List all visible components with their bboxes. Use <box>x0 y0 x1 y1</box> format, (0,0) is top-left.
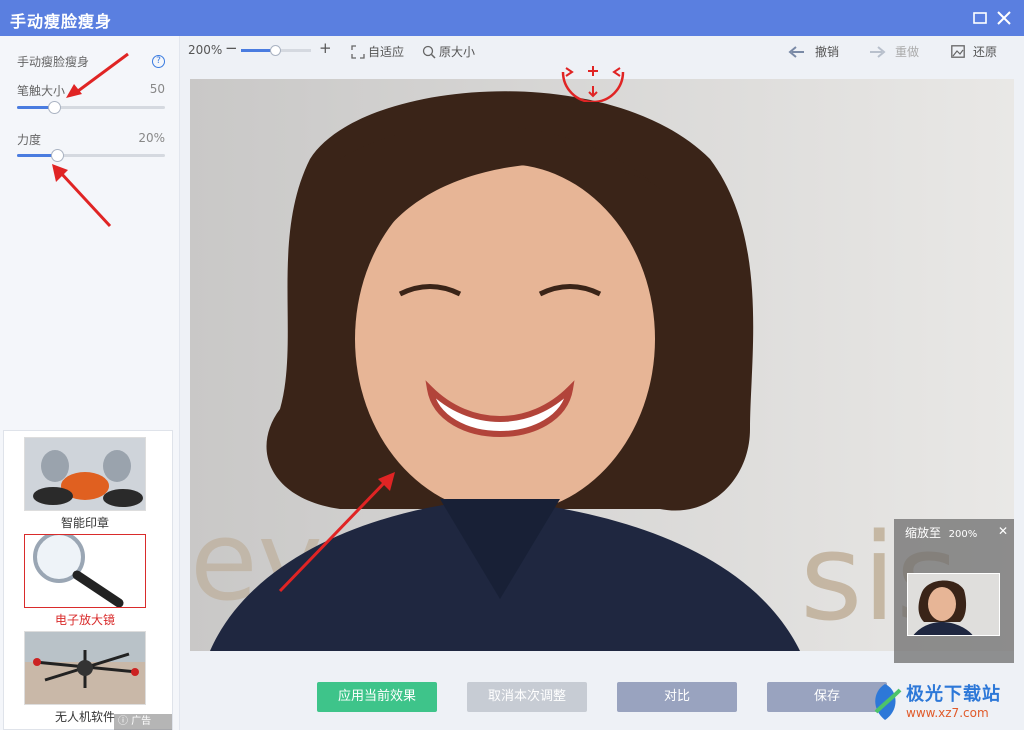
brush-size-slider[interactable] <box>17 101 165 114</box>
brush-cursor-icon <box>561 66 625 102</box>
ad-badge-label: 广告 <box>131 716 152 727</box>
watermark-url: www.xz7.com <box>906 706 989 720</box>
brush-size-label: 笔触大小 <box>17 84 66 98</box>
ad-caption: 电子放大镜 <box>54 613 115 627</box>
navigator-close-button[interactable]: ✕ <box>998 524 1008 538</box>
ad-item-magnifier[interactable]: 电子放大镜 <box>24 534 146 628</box>
info-icon: ⓘ <box>118 716 128 727</box>
ad-badge[interactable]: ⓘ 广告 ✕ <box>114 714 172 730</box>
ad-item-drone[interactable]: 无人机软件 <box>24 631 146 725</box>
maximize-button[interactable] <box>970 8 990 28</box>
arrow-left-icon <box>788 45 804 58</box>
compare-button[interactable]: 对比 <box>617 682 737 712</box>
strength-slider[interactable] <box>17 149 165 162</box>
photo-canvas[interactable]: y sis ev <box>190 79 1014 651</box>
close-icon <box>997 11 1011 25</box>
annotation-arrow-icon <box>52 164 112 228</box>
annotation-arrow-icon <box>66 52 129 98</box>
restore-label: 还原 <box>973 45 998 59</box>
portrait-photo: y sis ev <box>190 79 1014 651</box>
close-button[interactable] <box>994 8 1014 28</box>
title-bar: 手动瘦脸瘦身 <box>0 0 1024 36</box>
help-icon[interactable]: ? <box>152 55 165 68</box>
arrow-right-icon <box>870 45 886 58</box>
stamp-image <box>24 437 146 511</box>
navigator-thumbnail[interactable] <box>907 573 1000 636</box>
fit-icon <box>351 44 365 59</box>
brush-size-handle[interactable] <box>48 101 61 114</box>
redo-button[interactable]: 重做 <box>868 43 919 60</box>
strength-label: 力度 <box>17 133 42 147</box>
magnifier-icon <box>422 45 436 59</box>
watermark-name: 极光下载站 <box>906 684 1001 705</box>
ad-item-stamp[interactable]: 智能印章 <box>24 437 146 531</box>
strength-value: 20% <box>138 131 165 145</box>
logo-icon <box>874 684 902 720</box>
zoom-readout: 200% <box>188 43 223 57</box>
fit-label: 自适应 <box>368 45 405 59</box>
magnifier-image <box>24 534 146 608</box>
drone-image <box>24 631 146 705</box>
navigator-panel: 缩放至 200% ✕ <box>894 519 1014 663</box>
maximize-icon <box>973 12 987 24</box>
original-size-button[interactable]: 原大小 <box>422 43 475 60</box>
watermark-logo: 极光下载站 www.xz7.com <box>866 676 1024 730</box>
undo-label: 撤销 <box>815 45 840 59</box>
original-size-label: 原大小 <box>439 45 476 59</box>
zoom-slider[interactable] <box>241 45 311 56</box>
navigator-zoom: 200% <box>948 529 978 540</box>
navigator-title: 缩放至 200% <box>905 526 978 540</box>
undo-button[interactable]: 撤销 <box>788 43 839 60</box>
cancel-adjustment-button[interactable]: 取消本次调整 <box>467 682 587 712</box>
zoom-out-button[interactable]: − <box>225 39 238 57</box>
window-title: 手动瘦脸瘦身 <box>10 12 113 31</box>
app-window: 手动瘦脸瘦身 手动瘦脸瘦身 ? 笔触大小 50 力度 20% 智能印章 电子放大… <box>0 0 1024 730</box>
zoom-in-button[interactable]: + <box>319 39 332 57</box>
image-icon <box>951 45 965 58</box>
zoom-handle[interactable] <box>270 45 281 56</box>
fit-button[interactable]: 自适应 <box>351 43 404 60</box>
restore-button[interactable]: 还原 <box>951 43 997 60</box>
redo-label: 重做 <box>895 45 920 59</box>
ad-caption: 智能印章 <box>60 516 109 530</box>
strength-handle[interactable] <box>50 149 64 162</box>
apply-effect-button[interactable]: 应用当前效果 <box>317 682 437 712</box>
